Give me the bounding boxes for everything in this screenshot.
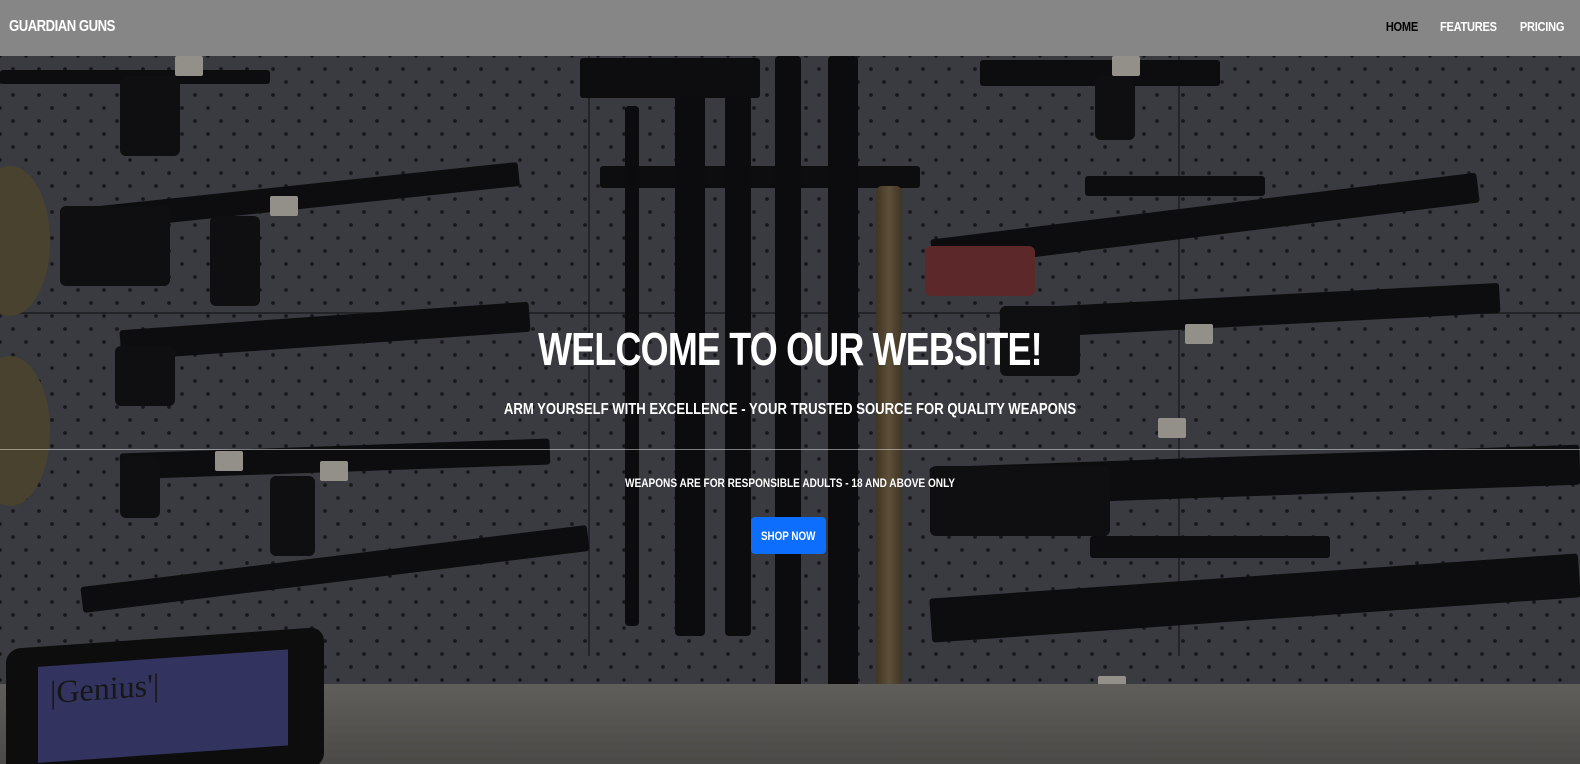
navbar: GUARDIAN GUNS HOME FEATURES PRICING [0, 0, 1580, 56]
age-disclaimer: WEAPONS ARE FOR RESPONSIBLE ADULTS - 18 … [624, 476, 956, 490]
nav-links: HOME FEATURES PRICING [1383, 19, 1568, 34]
shop-now-label: SHOP NOW [761, 528, 816, 543]
hero-title: WELCOME TO OUR WEBSITE! [538, 323, 1042, 375]
brand-logo[interactable]: GUARDIAN GUNS [9, 18, 115, 36]
hero-subtitle: ARM YOURSELF WITH EXCELLENCE - YOUR TRUS… [503, 401, 1077, 418]
nav-link-pricing[interactable]: PRICING [1520, 19, 1565, 34]
nav-link-features[interactable]: FEATURES [1440, 19, 1497, 34]
shop-now-button[interactable]: SHOP NOW [751, 517, 826, 554]
nav-link-home[interactable]: HOME [1386, 19, 1418, 34]
hero-divider [0, 449, 1580, 450]
hero-section: WELCOME TO OUR WEBSITE! ARM YOURSELF WIT… [0, 56, 1580, 764]
